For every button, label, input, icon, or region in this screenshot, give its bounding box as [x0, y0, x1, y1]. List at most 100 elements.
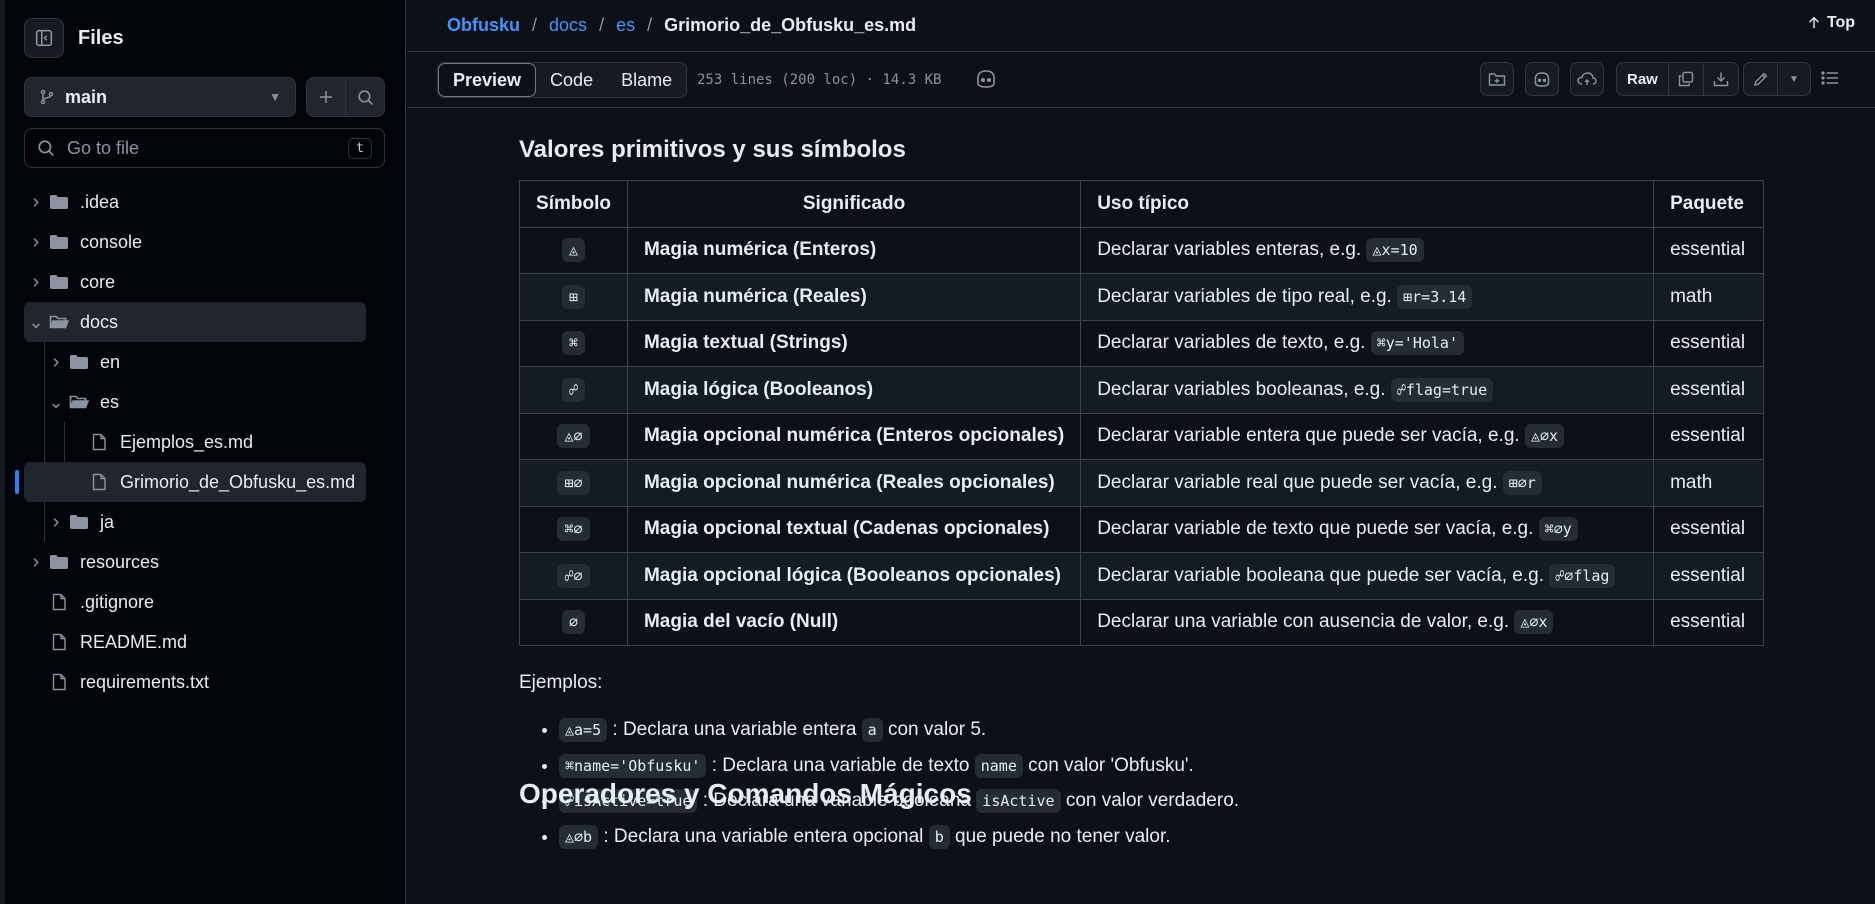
- tree-file[interactable]: .gitignore: [24, 582, 366, 622]
- file-icon: [48, 673, 70, 691]
- cell-package: essential: [1653, 598, 1764, 646]
- usage-code: ⊞r=3.14: [1397, 284, 1473, 309]
- tree-file[interactable]: Ejemplos_es.md: [24, 422, 366, 462]
- copilot-button[interactable]: [975, 69, 997, 94]
- copilot-chat-button[interactable]: [1525, 62, 1559, 96]
- tree-item-label: .gitignore: [80, 591, 155, 612]
- examples-label: Ejemplos:: [519, 672, 603, 693]
- table-body: ◬ Magia numérica (Enteros) Declarar variab…: [519, 226, 1764, 646]
- breadcrumb-separator: /: [532, 15, 538, 35]
- chevron-down-icon: ▼: [269, 90, 281, 104]
- copy-raw-button[interactable]: [1667, 63, 1703, 95]
- add-file-button[interactable]: [307, 78, 345, 116]
- copilot-icon: [977, 70, 995, 88]
- breadcrumb-separator: /: [599, 15, 605, 35]
- add-file-here-button[interactable]: [1480, 62, 1514, 96]
- symbol-code: ⌘: [561, 331, 585, 356]
- breadcrumb-docs[interactable]: docs: [549, 15, 587, 36]
- chevron-right-icon[interactable]: ›: [24, 231, 48, 254]
- tree-folder[interactable]: › .idea: [24, 182, 366, 222]
- example-text: : Declara una variable entera opcional: [598, 825, 929, 847]
- folder-icon: [68, 513, 90, 531]
- example-text: : Declara una variable entera: [607, 719, 862, 740]
- tree-item-label: es: [100, 391, 120, 412]
- folder-icon: [48, 233, 70, 251]
- chevron-right-icon[interactable]: ›: [24, 551, 48, 574]
- chevron-right-icon[interactable]: ›: [44, 351, 68, 374]
- breadcrumb-current-file: Grimorio_de_Obfusku_es.md: [664, 15, 917, 35]
- tree-folder[interactable]: ⌄ docs: [24, 302, 366, 342]
- tree-folder[interactable]: › ja: [24, 502, 366, 542]
- file-icon: [48, 593, 70, 611]
- breadcrumb: Obfusku / docs / es / Grimorio_de_Obfusk…: [407, 0, 1875, 52]
- breadcrumb-repo[interactable]: Obfusku: [447, 15, 520, 36]
- breadcrumb-es[interactable]: es: [616, 15, 635, 36]
- tree-item-label: .idea: [80, 191, 120, 212]
- table-row: ∅ Magia del vacío (Null) Declarar una vari…: [519, 598, 1764, 646]
- codespaces-button[interactable]: [1570, 62, 1604, 96]
- chevron-down-icon[interactable]: ⌄: [44, 392, 68, 413]
- tree-actions: [306, 77, 385, 117]
- cell-package: essential: [1653, 412, 1764, 460]
- chevron-down-icon[interactable]: ⌄: [24, 312, 48, 333]
- symbol-code: ⌘∅: [557, 517, 590, 542]
- chevron-right-icon[interactable]: ›: [24, 271, 48, 294]
- tree-file[interactable]: requirements.txt: [24, 662, 366, 702]
- tree-folder[interactable]: ⌄ es: [24, 382, 366, 422]
- column-header-symbol: Símbolo: [519, 180, 628, 228]
- edit-file-button[interactable]: [1744, 63, 1777, 95]
- cell-meaning: Magia lógica (Booleanos): [626, 366, 1082, 414]
- tree-item-label: resources: [80, 551, 160, 572]
- tab-code[interactable]: Code: [536, 63, 607, 97]
- table-header-row: Símbolo Significado Uso típico Paquete: [519, 180, 1764, 228]
- usage-code: ☍flag=true: [1390, 377, 1494, 402]
- table-row: ⌘ Magia textual (Strings) Declarar variabl…: [519, 319, 1764, 367]
- branch-selector[interactable]: main ▼: [24, 77, 296, 117]
- sidebar-collapse-icon: [35, 29, 53, 47]
- cell-symbol: ⊞∅: [519, 459, 628, 507]
- tab-blame[interactable]: Blame: [607, 63, 686, 97]
- usage-code: ☍∅flag: [1549, 563, 1616, 588]
- outline-button[interactable]: [1821, 70, 1839, 91]
- raw-button[interactable]: Raw: [1617, 63, 1668, 95]
- chevron-right-icon[interactable]: ›: [44, 511, 68, 534]
- folder-open-icon: [48, 313, 70, 331]
- tab-preview[interactable]: Preview: [438, 63, 537, 97]
- edit-options-dropdown[interactable]: ▼: [1777, 63, 1810, 95]
- tree-folder[interactable]: › en: [24, 342, 366, 382]
- tree-item-label: en: [100, 351, 121, 372]
- collapse-sidebar-button[interactable]: [24, 18, 64, 58]
- tree-item-label: Ejemplos_es.md: [120, 431, 254, 452]
- cell-package: essential: [1653, 505, 1764, 553]
- tree-folder[interactable]: › core: [24, 262, 366, 302]
- list-unordered-icon: [1821, 71, 1838, 85]
- cell-package: essential: [1653, 319, 1764, 367]
- cell-usage: Declarar variable real que puede ser vac…: [1080, 459, 1655, 507]
- folder-icon: [48, 193, 70, 211]
- usage-text: Declarar variable entera que puede ser v…: [1097, 425, 1520, 447]
- tree-folder[interactable]: › console: [24, 222, 366, 262]
- usage-text: Declarar variable de texto que puede ser…: [1097, 518, 1534, 540]
- markdown-body: Valores primitivos y sus símbolos Símbol…: [519, 108, 1764, 854]
- go-to-file-input[interactable]: Go to file t: [24, 128, 385, 168]
- usage-code: ◬∅x: [1514, 610, 1554, 635]
- example-text: con valor 'Obfusku'.: [1022, 754, 1194, 776]
- cell-symbol: ∅: [519, 598, 628, 646]
- folder-icon: [48, 273, 70, 291]
- cell-usage: Declarar una variable con ausencia de va…: [1080, 598, 1655, 646]
- tree-folder[interactable]: › resources: [24, 542, 366, 582]
- search-tree-button[interactable]: [345, 78, 384, 116]
- chevron-right-icon[interactable]: ›: [24, 191, 48, 214]
- cell-usage: Declarar variables de tipo real, e.g. ⊞r…: [1080, 273, 1655, 321]
- tree-item-label: requirements.txt: [80, 671, 210, 692]
- usage-code: ⊞∅r: [1502, 470, 1542, 495]
- arrow-up-icon: [1808, 16, 1819, 29]
- file-icon: [88, 473, 110, 491]
- usage-text: Declarar variables de texto, e.g.: [1097, 332, 1366, 354]
- cell-symbol: ☍: [519, 366, 628, 414]
- download-button[interactable]: [1702, 63, 1738, 95]
- top-link[interactable]: Top: [1807, 14, 1855, 32]
- tree-file[interactable]: README.md: [24, 622, 366, 662]
- file-icon: [48, 633, 70, 651]
- tree-file[interactable]: Grimorio_de_Obfusku_es.md: [15, 462, 366, 502]
